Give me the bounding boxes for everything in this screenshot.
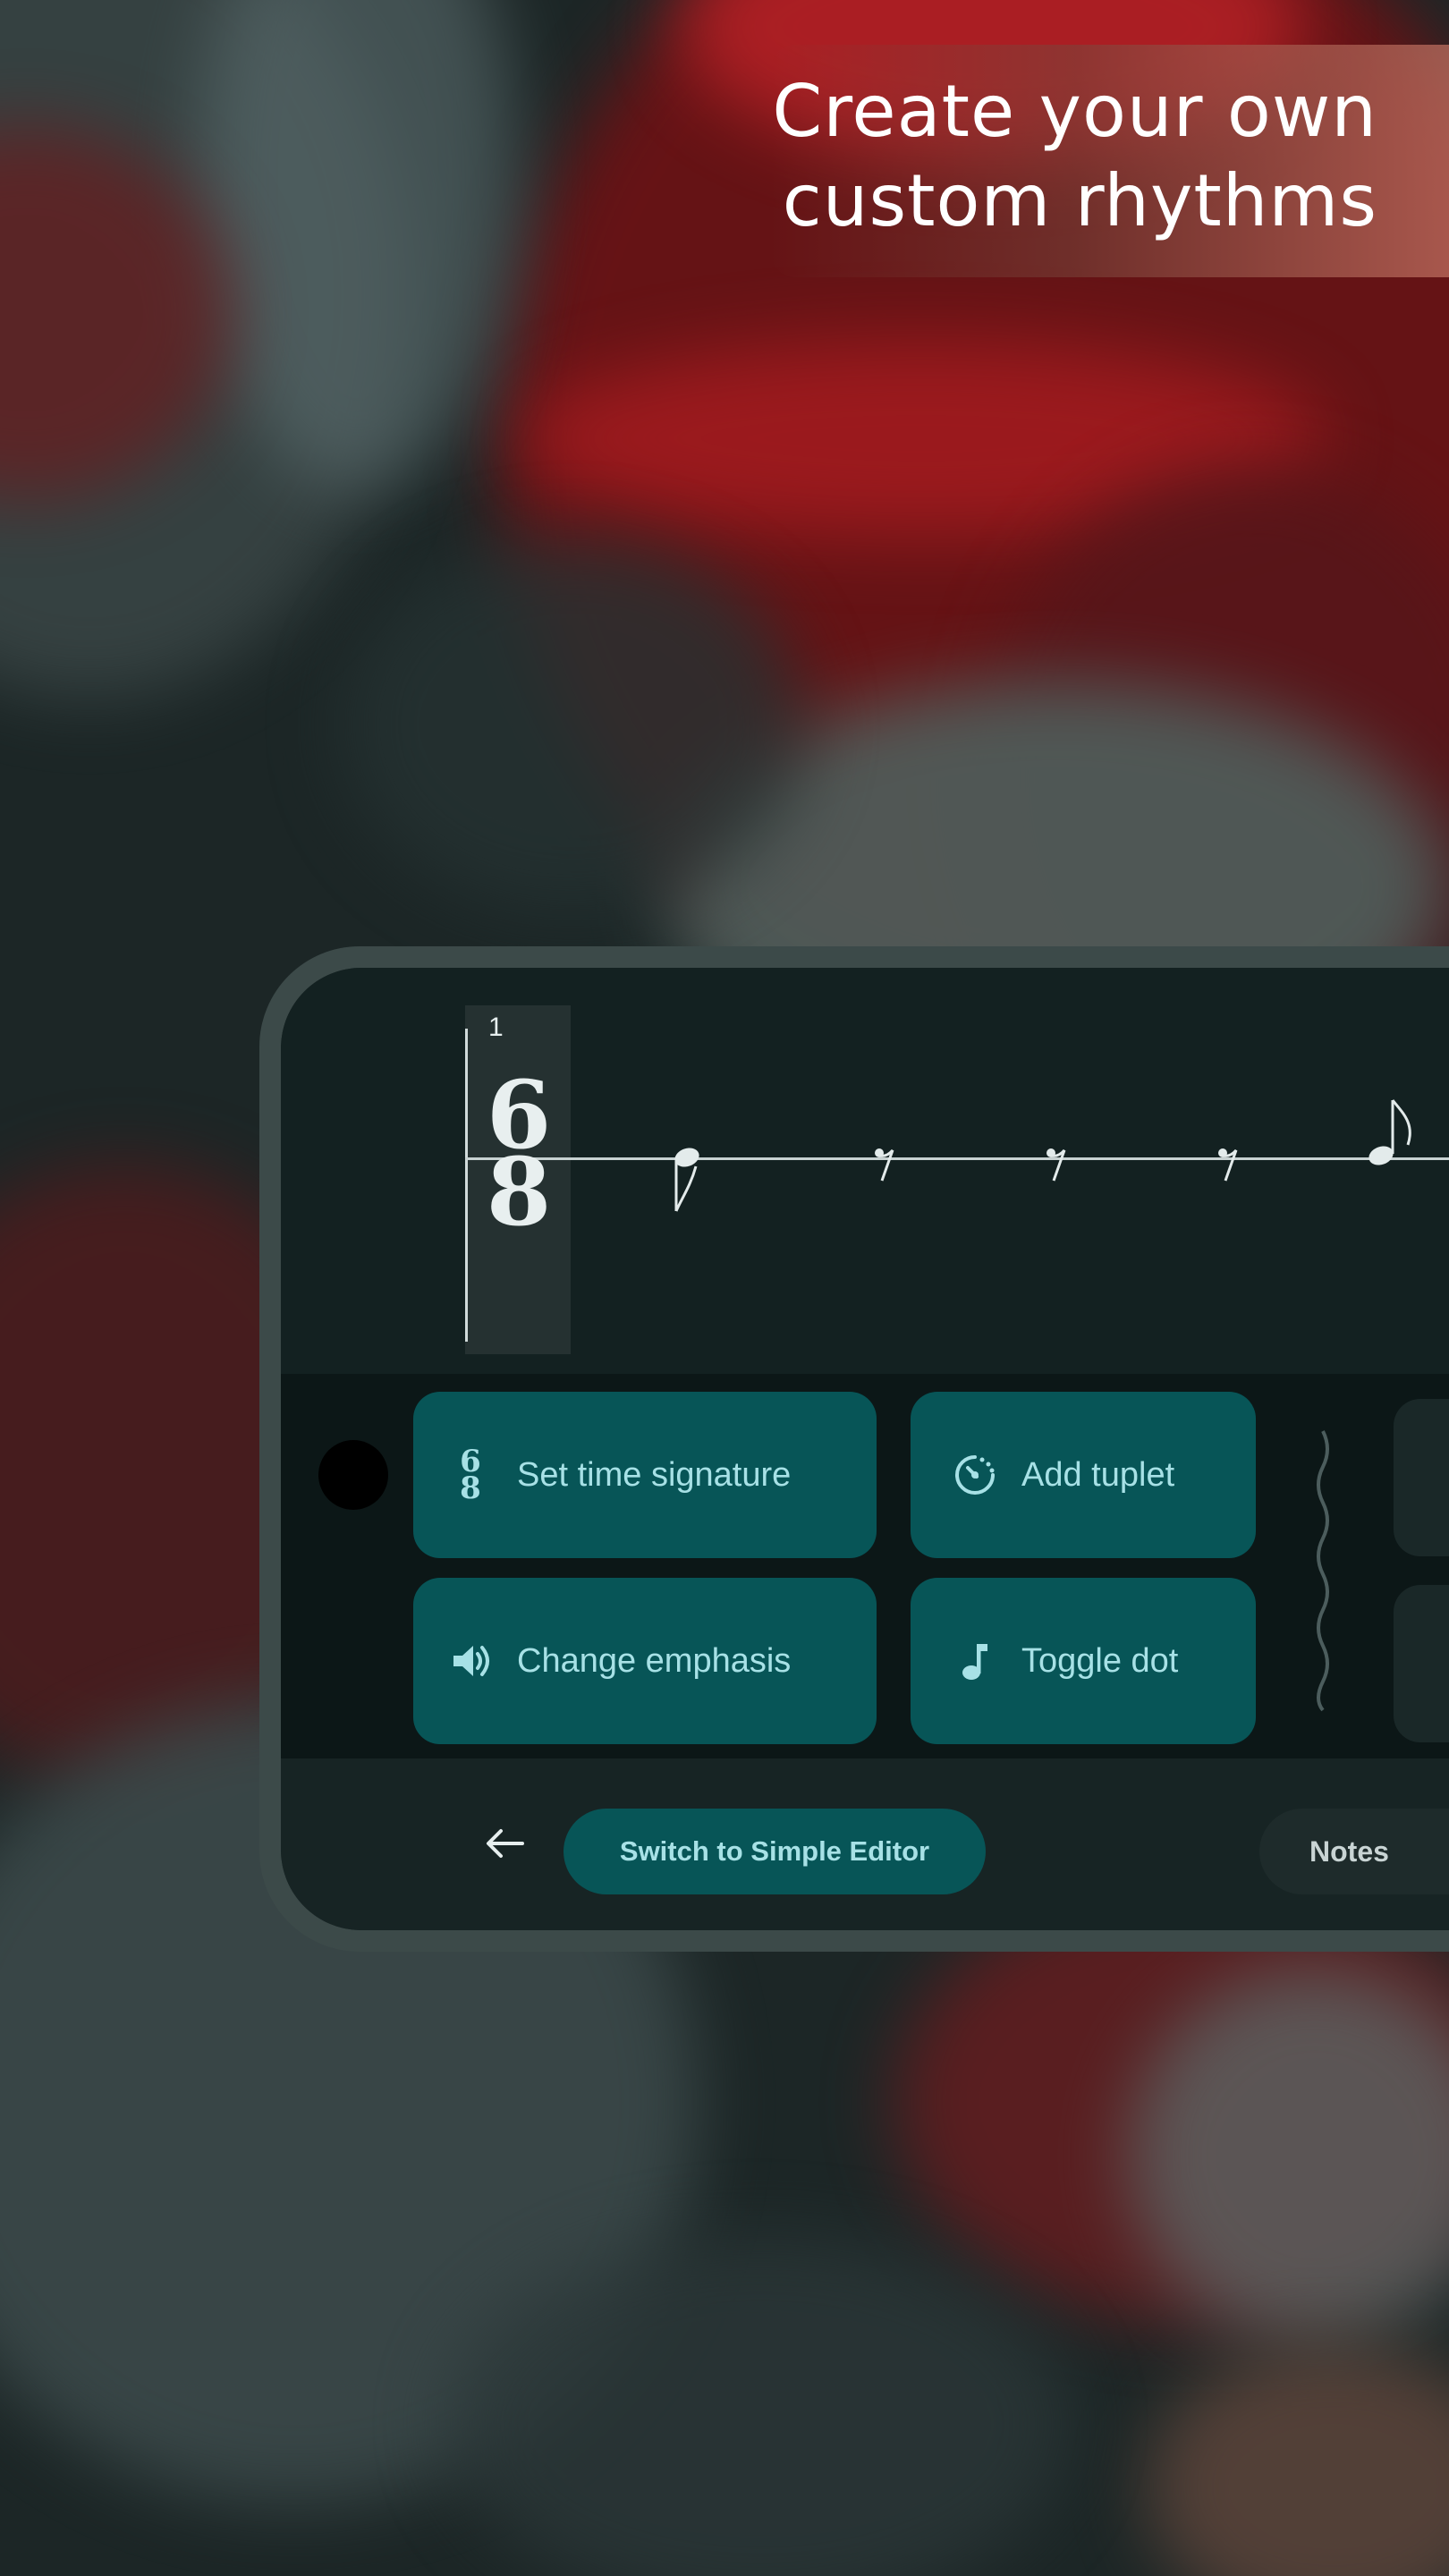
scroll-divider: [1317, 1430, 1329, 1712]
measure-number: 1: [488, 1013, 504, 1042]
set-time-signature-label: Set time signature: [517, 1455, 792, 1494]
eighth-rest-2[interactable]: [1043, 1145, 1070, 1184]
notes-label: Notes: [1309, 1835, 1389, 1868]
change-emphasis-label: Change emphasis: [517, 1641, 792, 1680]
offscreen-tool-button-1[interactable]: [1394, 1399, 1449, 1556]
notes-button[interactable]: Notes: [1259, 1809, 1449, 1894]
rhythm-staff[interactable]: 1 6 8: [281, 968, 1449, 1374]
back-button[interactable]: [474, 1812, 537, 1875]
headline-line-2: custom rhythms: [782, 159, 1377, 242]
promo-headline: Create your own custom rhythms: [733, 67, 1377, 246]
edit-toolbar: 6 8 Set time signature Add tuplet Change…: [281, 1374, 1449, 1758]
music-note-icon: [948, 1639, 1002, 1683]
switch-to-simple-editor-label: Switch to Simple Editor: [619, 1835, 930, 1867]
tuplet-timer-icon: [948, 1453, 1002, 1497]
time-signature-denominator: 8: [486, 1137, 552, 1247]
add-tuplet-label: Add tuplet: [1021, 1455, 1175, 1494]
toggle-dot-button[interactable]: Toggle dot: [911, 1578, 1256, 1744]
eighth-rest-1[interactable]: [871, 1145, 898, 1184]
dotted-quarter-note[interactable]: [665, 1129, 710, 1218]
eighth-note[interactable]: [1363, 1093, 1426, 1174]
arrow-back-icon: [487, 1829, 524, 1858]
set-time-signature-button[interactable]: 6 8 Set time signature: [413, 1392, 877, 1558]
app-screen: 1 6 8 6 8 Set time signature Add tuplet …: [281, 968, 1449, 1930]
phone-frame: 1 6 8 6 8 Set time signature Add tuplet …: [259, 946, 1449, 1952]
offscreen-tool-button-2[interactable]: [1394, 1585, 1449, 1742]
bottom-bar: Switch to Simple Editor Notes: [281, 1758, 1449, 1930]
time-signature-icon: 6 8: [444, 1446, 497, 1506]
staff-line: [465, 1157, 1449, 1160]
speaker-volume-icon: [444, 1639, 497, 1683]
time-signature-icon-bottom: 8: [460, 1470, 481, 1506]
bar-line: [465, 1029, 468, 1342]
toggle-dot-label: Toggle dot: [1021, 1641, 1179, 1680]
record-indicator: [318, 1440, 388, 1510]
headline-line-1: Create your own: [772, 70, 1377, 153]
switch-to-simple-editor-button[interactable]: Switch to Simple Editor: [564, 1809, 986, 1894]
add-tuplet-button[interactable]: Add tuplet: [911, 1392, 1256, 1558]
eighth-rest-3[interactable]: [1215, 1145, 1241, 1184]
change-emphasis-button[interactable]: Change emphasis: [413, 1578, 877, 1744]
